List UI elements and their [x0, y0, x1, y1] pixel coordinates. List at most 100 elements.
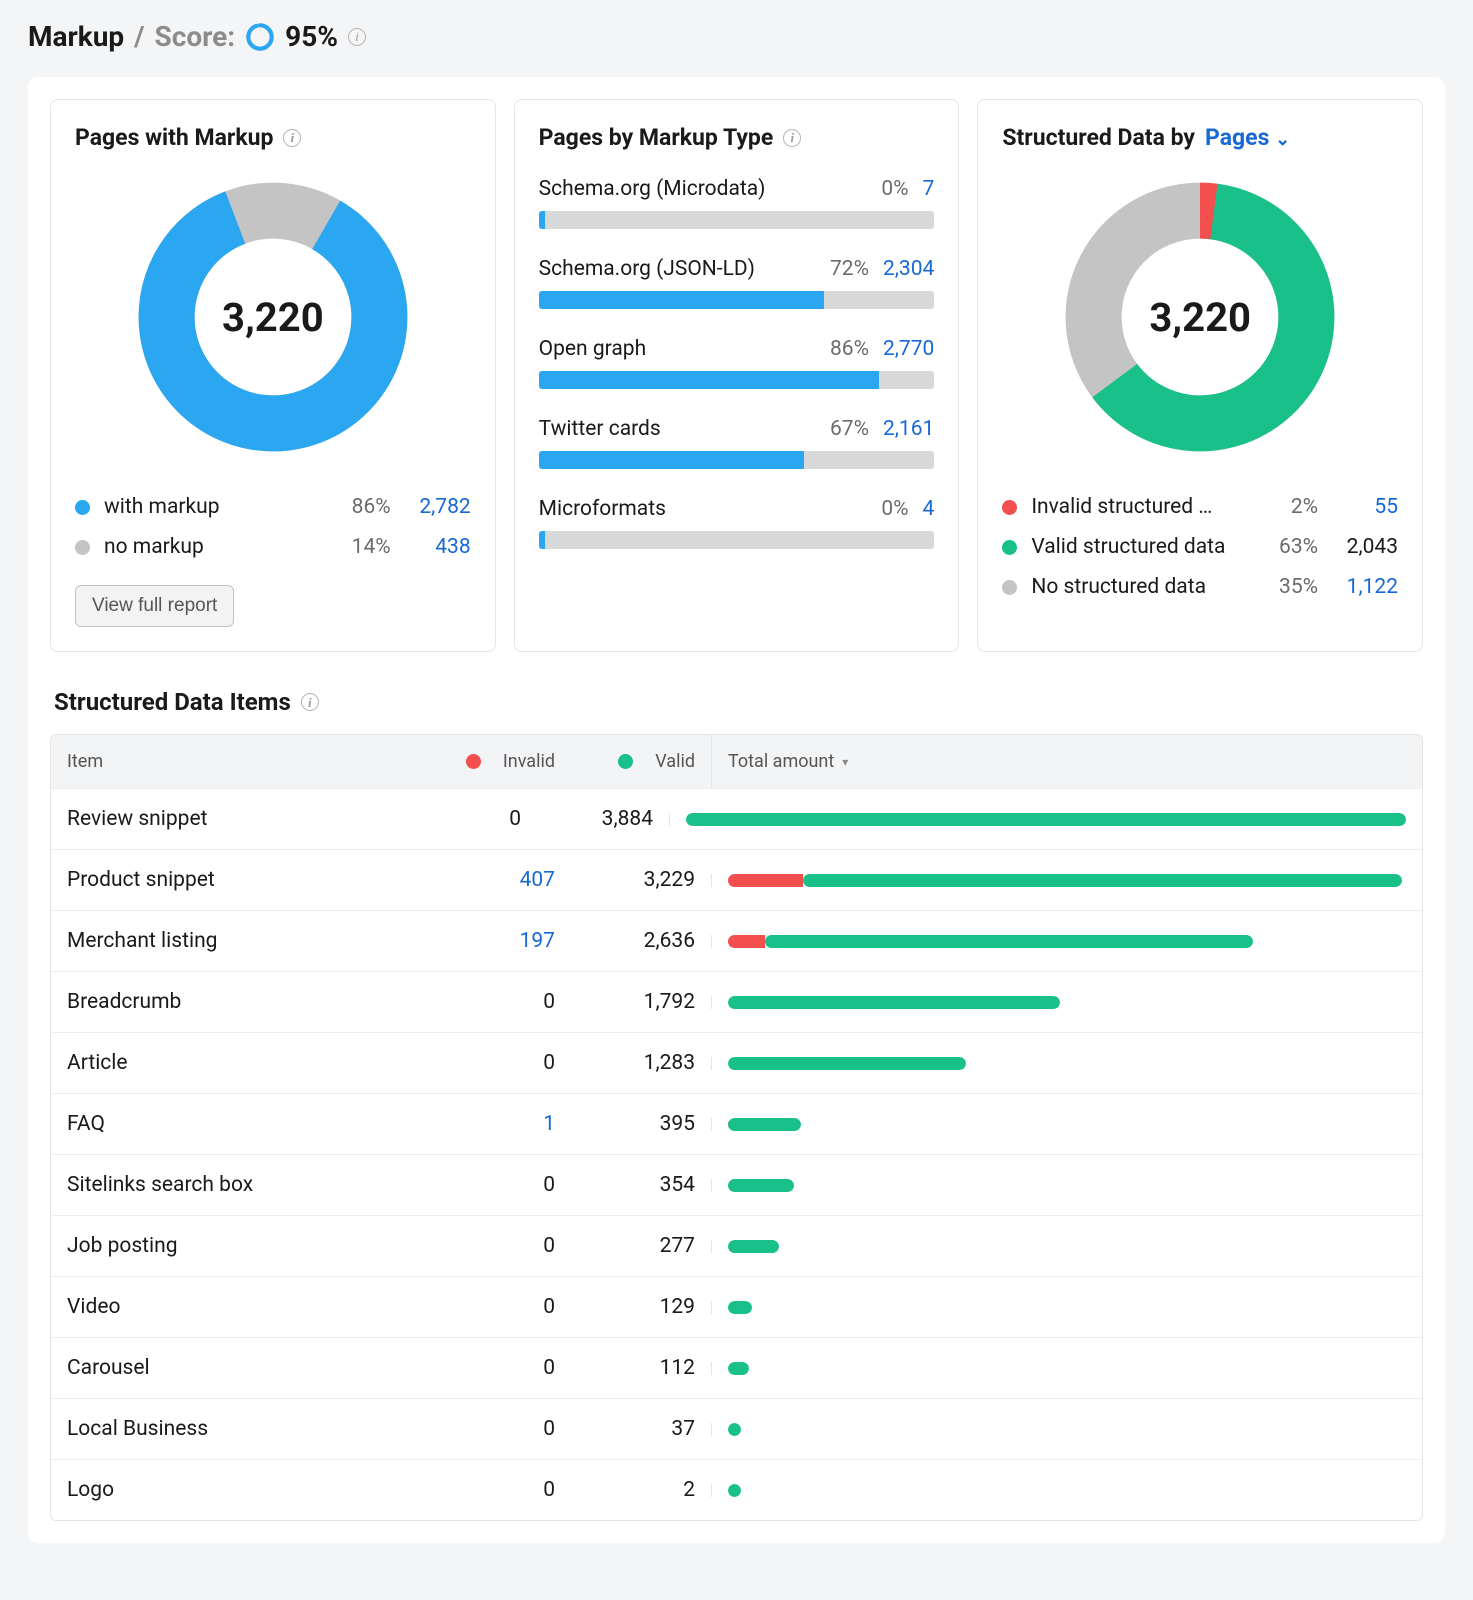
- cell-total-bar: [711, 1301, 1422, 1314]
- legend-value[interactable]: 2,782: [391, 495, 471, 519]
- cell-invalid: 0: [421, 1338, 571, 1398]
- cell-item: Breadcrumb: [51, 972, 421, 1032]
- table-row: Video0129: [51, 1276, 1422, 1337]
- card-title-label: Pages by Markup Type: [539, 124, 774, 151]
- legend-value: 2,043: [1318, 535, 1398, 559]
- legend-value[interactable]: 1,122: [1318, 575, 1398, 599]
- info-icon[interactable]: i: [783, 129, 801, 147]
- info-icon[interactable]: i: [283, 129, 301, 147]
- cell-valid: 395: [571, 1094, 711, 1154]
- bar-segment-invalid: [728, 935, 765, 948]
- markup-type-name: Microformats: [539, 497, 882, 521]
- markup-type-value[interactable]: 2,770: [883, 337, 934, 361]
- info-icon[interactable]: i: [348, 28, 366, 46]
- legend-pct: 2%: [1258, 495, 1318, 519]
- legend-pct: 86%: [331, 495, 391, 519]
- legend-pct: 63%: [1258, 535, 1318, 559]
- bar-track: [539, 371, 935, 389]
- bar-segment-valid: [728, 1240, 779, 1253]
- card-pages-with-markup: Pages with Markup i 3,220 with markup86%…: [50, 99, 496, 652]
- markup-type-value[interactable]: 4: [923, 497, 935, 521]
- cell-invalid: 0: [396, 789, 537, 849]
- cell-total-bar: [711, 996, 1422, 1009]
- legend-row: No structured data35%1,122: [1002, 567, 1398, 607]
- donut-center-value: 3,220: [133, 177, 413, 457]
- cell-total-bar: [711, 1179, 1422, 1192]
- view-full-report-button[interactable]: View full report: [75, 585, 234, 627]
- cell-invalid: 0: [421, 1277, 571, 1337]
- cell-invalid: 0: [421, 1399, 571, 1459]
- cell-invalid: 0: [421, 1155, 571, 1215]
- column-total[interactable]: Total amount ▾: [711, 735, 1422, 788]
- green-dot-icon: [1002, 540, 1017, 555]
- legend-row: with markup86%2,782: [75, 487, 471, 527]
- legend-label: Invalid structured …: [1031, 495, 1258, 519]
- cell-item: Logo: [51, 1460, 421, 1520]
- bar-fill: [539, 371, 879, 389]
- cell-invalid: 0: [421, 972, 571, 1032]
- legend-value[interactable]: 438: [391, 535, 471, 559]
- cell-total-bar: [711, 1484, 1422, 1497]
- bar-track: [539, 291, 935, 309]
- bar-fill: [539, 531, 545, 549]
- cell-valid: 1,283: [571, 1033, 711, 1093]
- card-pages-by-type: Pages by Markup Type i Schema.org (Micro…: [514, 99, 960, 652]
- table-row: Review snippet03,884: [51, 788, 1422, 849]
- structured-data-scope-dropdown[interactable]: Pages ⌄: [1205, 124, 1290, 151]
- table-row: Merchant listing1972,636: [51, 910, 1422, 971]
- bar-fill: [539, 211, 545, 229]
- bar-segment-valid: [728, 1301, 752, 1314]
- markup-type-pct: 0%: [881, 177, 908, 201]
- red-dot-icon: [1002, 500, 1017, 515]
- chevron-down-icon: ⌄: [1275, 129, 1290, 150]
- cell-item: Review snippet: [51, 789, 396, 849]
- valid-dot-icon: [618, 754, 633, 769]
- table-row: Product snippet4073,229: [51, 849, 1422, 910]
- card-structured-data: Structured Data by Pages ⌄ 3,220: [977, 99, 1423, 652]
- header-divider: /: [134, 20, 144, 53]
- cell-total-bar: [711, 1118, 1422, 1131]
- bar-segment-invalid: [728, 874, 803, 887]
- cell-invalid: 0: [421, 1033, 571, 1093]
- bar-segment-valid: [728, 1362, 749, 1375]
- cell-total-bar: [711, 1057, 1422, 1070]
- blue-dot-icon: [75, 500, 90, 515]
- cell-item: Carousel: [51, 1338, 421, 1398]
- cell-total-bar: [711, 1240, 1422, 1253]
- bar-track: [539, 451, 935, 469]
- sort-desc-icon: ▾: [842, 756, 848, 768]
- bar-segment-valid: [728, 1423, 741, 1436]
- bar-fill: [539, 291, 824, 309]
- cell-invalid: 0: [421, 1216, 571, 1276]
- legend-pct: 35%: [1258, 575, 1318, 599]
- cell-invalid[interactable]: 197: [421, 911, 571, 971]
- markup-type-value[interactable]: 2,161: [883, 417, 934, 441]
- column-invalid[interactable]: Invalid: [421, 735, 571, 788]
- column-item[interactable]: Item: [51, 735, 421, 788]
- legend-value[interactable]: 55: [1318, 495, 1398, 519]
- table-row: Local Business037: [51, 1398, 1422, 1459]
- markup-type-name: Schema.org (JSON-LD): [539, 257, 830, 281]
- table-row: Sitelinks search box0354: [51, 1154, 1422, 1215]
- markup-type-pct: 67%: [830, 417, 869, 441]
- legend-label: Valid structured data: [1031, 535, 1258, 559]
- cell-valid: 354: [571, 1155, 711, 1215]
- card-title-label: Pages with Markup: [75, 124, 273, 151]
- page-header: Markup / Score: 95% i: [28, 20, 1445, 53]
- cell-total-bar: [711, 1362, 1422, 1375]
- cell-invalid[interactable]: 407: [421, 850, 571, 910]
- table-row: Logo02: [51, 1459, 1422, 1520]
- table-row: Carousel0112: [51, 1337, 1422, 1398]
- bar-segment-valid: [686, 813, 1406, 826]
- cell-item: Product snippet: [51, 850, 421, 910]
- info-icon[interactable]: i: [301, 693, 319, 711]
- markup-type-name: Schema.org (Microdata): [539, 177, 882, 201]
- bar-segment-valid: [765, 935, 1254, 948]
- grey-dot-icon: [1002, 580, 1017, 595]
- cell-valid: 3,229: [571, 850, 711, 910]
- markup-type-value[interactable]: 7: [923, 177, 935, 201]
- column-valid[interactable]: Valid: [571, 735, 711, 788]
- legend-label: No structured data: [1031, 575, 1258, 599]
- cell-invalid[interactable]: 1: [421, 1094, 571, 1154]
- markup-type-value[interactable]: 2,304: [883, 257, 934, 281]
